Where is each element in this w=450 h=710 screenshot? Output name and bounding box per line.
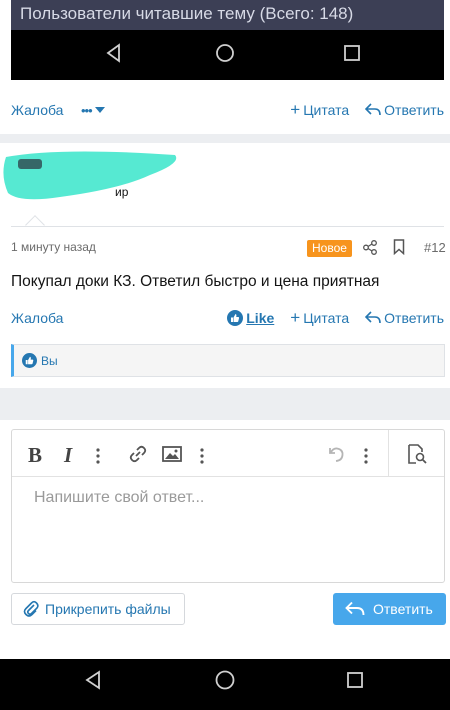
username-fragment: ир xyxy=(115,185,129,199)
post-time[interactable]: 1 минуту назад xyxy=(11,240,96,254)
bold-icon[interactable]: B xyxy=(28,443,42,468)
bookmark-icon[interactable] xyxy=(393,239,405,255)
reply-input[interactable]: Напишите свой ответ... xyxy=(34,489,204,507)
report-link[interactable]: Жалоба xyxy=(11,102,63,118)
like-icon xyxy=(22,353,37,368)
quote-label: Цитата xyxy=(303,102,350,118)
quote-button[interactable]: + Цитата xyxy=(290,308,350,327)
attach-files-label: Прикрепить файлы xyxy=(45,601,171,617)
submit-reply-label: Ответить xyxy=(373,601,433,617)
italic-icon[interactable]: I xyxy=(64,443,72,468)
paperclip-icon xyxy=(23,600,39,617)
embedded-header: Пользователи читавшие тему (Всего: 148) xyxy=(11,0,444,30)
recents-icon xyxy=(344,45,360,61)
attach-files-button[interactable]: Прикрепить файлы xyxy=(11,593,185,625)
section-separator xyxy=(0,388,450,420)
home-icon xyxy=(215,670,235,690)
reply-icon xyxy=(365,311,381,324)
plus-icon: + xyxy=(290,308,301,327)
reply-label: Ответить xyxy=(384,102,444,118)
message-notch xyxy=(25,215,45,235)
like-icon xyxy=(227,310,244,326)
like-button[interactable]: Like xyxy=(227,310,274,326)
quote-label: Цитата xyxy=(303,310,350,326)
reaction-user[interactable]: Вы xyxy=(41,354,58,368)
home-icon xyxy=(216,44,234,62)
embedded-nav-bar xyxy=(11,30,444,80)
post-number[interactable]: #12 xyxy=(424,240,446,255)
like-label: Like xyxy=(246,310,275,326)
reply-link[interactable]: Ответить xyxy=(365,102,444,118)
chevron-down-icon xyxy=(94,107,105,113)
post-meta-divider xyxy=(11,226,444,227)
embedded-screenshot: Пользователи читавшие тему (Всего: 148) xyxy=(11,0,444,80)
more-vertical-icon[interactable] xyxy=(200,444,204,470)
submit-reply-button[interactable]: Ответить xyxy=(333,593,446,625)
page: Пользователи читавшие тему (Всего: 148) … xyxy=(0,0,450,710)
more-vertical-icon[interactable] xyxy=(364,444,368,470)
undo-icon[interactable] xyxy=(326,444,346,464)
new-badge: Новое xyxy=(307,240,352,257)
reply-icon xyxy=(345,601,365,616)
preview-icon[interactable] xyxy=(406,443,428,465)
system-nav-bar xyxy=(0,659,450,710)
link-icon[interactable] xyxy=(128,444,148,464)
post-body: Покупал доки КЗ. Ответил быстро и цена п… xyxy=(11,273,380,290)
plus-icon: + xyxy=(290,100,301,119)
reply-icon xyxy=(365,103,381,116)
share-icon[interactable] xyxy=(363,240,377,255)
redaction-scribble xyxy=(3,151,177,200)
back-icon xyxy=(85,670,100,690)
more-dots: ••• xyxy=(81,102,93,118)
post-separator xyxy=(0,134,450,143)
reply-editor: B I Напишите свой ответ... xyxy=(11,429,445,583)
more-vertical-icon[interactable] xyxy=(96,444,100,470)
report-link[interactable]: Жалоба xyxy=(11,310,63,326)
back-icon xyxy=(106,43,120,63)
recents-icon xyxy=(347,672,363,688)
editor-toolbar: B I xyxy=(12,430,444,477)
post1-actions: Жалоба ••• + Цитата Ответить xyxy=(0,95,450,125)
more-menu-button[interactable]: ••• xyxy=(81,103,105,118)
reactions-bar[interactable]: Вы xyxy=(11,344,445,377)
toolbar-divider xyxy=(388,430,389,476)
quote-button[interactable]: + Цитата xyxy=(290,100,350,119)
reply-label: Ответить xyxy=(384,310,444,326)
post2-actions: Жалоба Like + Цитата Ответить xyxy=(0,303,450,333)
reply-link[interactable]: Ответить xyxy=(365,310,444,326)
image-icon[interactable] xyxy=(162,446,182,462)
